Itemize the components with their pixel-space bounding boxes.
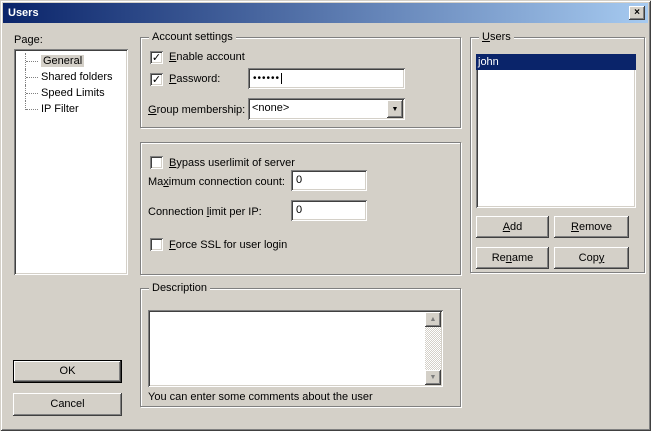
arrow-down-icon: ▼ (430, 374, 437, 381)
group-membership-label: Group membership: (148, 104, 245, 117)
cancel-button[interactable]: Cancel (13, 393, 122, 416)
users-listbox[interactable]: john (476, 54, 636, 208)
window-title: Users (8, 7, 39, 19)
page-label: Page: (14, 34, 43, 47)
password-checkbox[interactable]: ✓ (150, 73, 163, 86)
remove-button[interactable]: Remove (554, 216, 629, 238)
checkmark-icon: ✓ (152, 75, 161, 86)
force-ssl-checkbox[interactable] (150, 238, 163, 251)
account-settings-group-title: Account settings (149, 31, 236, 44)
arrow-up-icon: ▲ (430, 316, 437, 323)
users-group: Users john Add Remove Rename Copy (470, 37, 645, 273)
description-hint: You can enter some comments about the us… (148, 391, 373, 404)
tree-item-ip-filter[interactable]: IP Filter (14, 101, 128, 117)
description-textarea[interactable]: ▲ ▼ (148, 310, 443, 387)
password-masked-value: •••••• (253, 73, 280, 84)
max-connection-count-label: Maximum connection count: (148, 176, 285, 189)
enable-account-checkbox[interactable]: ✓ (150, 51, 163, 64)
scroll-up-button[interactable]: ▲ (425, 312, 441, 327)
ok-button-label: OK (60, 365, 76, 378)
add-button-label: Add (503, 221, 523, 234)
tree-item-speed-limits[interactable]: Speed Limits (14, 85, 128, 101)
users-group-title: Users (479, 31, 514, 44)
remove-button-label: Remove (571, 221, 612, 234)
close-icon: × (634, 8, 640, 18)
scroll-down-button[interactable]: ▼ (425, 370, 441, 385)
force-ssl-label: Force SSL for user login (169, 239, 287, 252)
copy-button-label: Copy (579, 252, 605, 265)
tree-item-general[interactable]: General (14, 53, 128, 69)
copy-button[interactable]: Copy (554, 247, 629, 269)
cancel-button-label: Cancel (50, 398, 84, 411)
description-group: Description ▲ ▼ You can enter some comme… (140, 288, 461, 407)
max-connection-count-input[interactable]: 0 (291, 170, 367, 191)
max-connection-count-value: 0 (296, 174, 302, 186)
connection-limit-per-ip-label: Connection limit per IP: (148, 206, 262, 219)
add-button[interactable]: Add (476, 216, 549, 238)
connection-limit-per-ip-value: 0 (296, 204, 302, 216)
bypass-userlimit-label: Bypass userlimit of server (169, 157, 295, 170)
tree-item-label: General (41, 55, 84, 67)
rename-button[interactable]: Rename (476, 247, 549, 269)
tree-item-label: IP Filter (41, 103, 79, 115)
user-list-item[interactable]: john (476, 54, 636, 70)
password-label: Password: (169, 73, 220, 86)
close-button[interactable]: × (629, 6, 645, 20)
users-dialog: Users × Page: General Shared folders Spe… (0, 0, 651, 431)
description-scrollbar[interactable]: ▲ ▼ (425, 312, 441, 385)
tree-item-shared-folders[interactable]: Shared folders (14, 69, 128, 85)
ok-button[interactable]: OK (13, 360, 122, 383)
text-caret (281, 73, 282, 84)
bypass-userlimit-checkbox[interactable] (150, 156, 163, 169)
chevron-down-icon: ▼ (392, 106, 399, 113)
user-name: john (478, 56, 499, 68)
group-membership-select[interactable]: <none> ▼ (248, 98, 405, 120)
rename-button-label: Rename (492, 252, 534, 265)
dropdown-button[interactable]: ▼ (387, 100, 403, 118)
checkmark-icon: ✓ (152, 53, 161, 64)
tree-item-label: Shared folders (41, 71, 113, 83)
page-tree[interactable]: General Shared folders Speed Limits IP F… (14, 49, 128, 275)
connection-limit-per-ip-input[interactable]: 0 (291, 200, 367, 221)
password-input[interactable]: •••••• (248, 68, 405, 89)
tree-item-label: Speed Limits (41, 87, 105, 99)
group-membership-value: <none> (252, 102, 289, 115)
title-bar[interactable]: Users × (3, 3, 648, 23)
enable-account-label: Enable account (169, 51, 245, 64)
description-group-title: Description (149, 282, 210, 295)
